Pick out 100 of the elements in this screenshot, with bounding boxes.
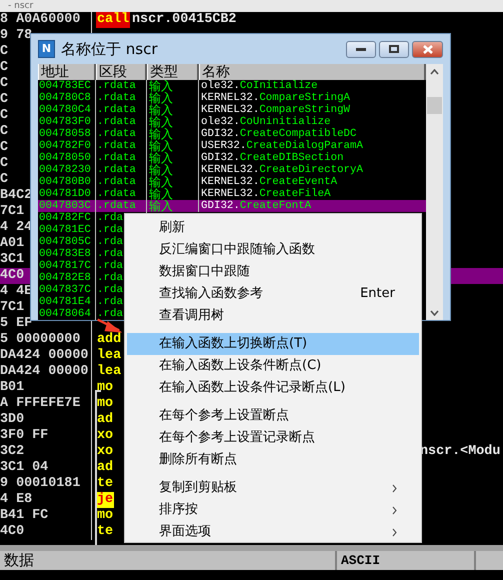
name-list-row[interactable]: 00478050 .rdata 输入 GDI32.CreateDIBSection xyxy=(38,152,426,164)
name-list-row[interactable]: 00478058 .rdata 输入 GDI32.CreateCompatibleDC xyxy=(38,128,426,140)
name-list-row[interactable]: 004783EC .rdata 输入 ole32.CoInitialize xyxy=(38,80,426,92)
address-cell: 004780C8 xyxy=(38,92,96,104)
name-cell-text: KERNEL32.CompareStringA xyxy=(200,92,352,104)
type-cell: 输入 xyxy=(147,104,199,116)
hex-bytes[interactable]: 3F0 FF xyxy=(0,428,92,444)
address-cell: 004780B0 xyxy=(38,176,96,188)
menu-item[interactable]: 在每个参考上设置断点 xyxy=(127,405,419,427)
type-cell: 输入 xyxy=(147,128,199,140)
app-icon: N xyxy=(38,40,55,58)
hex-bytes[interactable]: 3C2 xyxy=(0,444,92,460)
address-cell: 004781E4 xyxy=(38,296,96,308)
hex-bytes[interactable]: 3C1 04 xyxy=(0,460,92,476)
hex-bytes[interactable]: 8 A0A60000 xyxy=(0,12,92,28)
address-cell: 0047803C xyxy=(38,200,96,212)
address-cell: 00478230 xyxy=(38,164,96,176)
name-list-row[interactable]: 004782F0 .rdata 输入 USER32.CreateDialogParamA xyxy=(38,140,426,152)
chevron-right-icon xyxy=(392,484,397,492)
hex-bytes[interactable]: 5 00000000 xyxy=(0,332,92,348)
type-cell: 输入 xyxy=(147,140,199,152)
name-cell-text: ole32.CoUninitialize xyxy=(200,116,332,128)
hex-bytes[interactable]: 4 E8 xyxy=(0,492,92,508)
type-cell: 输入 xyxy=(147,92,199,104)
scrollbar[interactable] xyxy=(426,64,443,320)
section-cell: .rdata xyxy=(96,152,147,164)
comment: nscr.<Modu xyxy=(420,444,502,460)
menu-item[interactable]: 复制到剪贴板 xyxy=(127,477,419,499)
mnemonic: te xyxy=(96,476,114,492)
section-cell: .rdata xyxy=(96,80,147,92)
column-header[interactable]: 类型 xyxy=(147,64,199,80)
address-cell: 00478058 xyxy=(38,128,96,140)
hex-bytes[interactable]: DA424 00000 xyxy=(0,364,92,380)
address-cell: 0047837C xyxy=(38,284,96,296)
close-button[interactable] xyxy=(412,40,443,58)
address-cell: 004780C4 xyxy=(38,104,96,116)
address-cell: 004781EC xyxy=(38,224,96,236)
minimize-button[interactable] xyxy=(346,40,376,58)
mnemonic: je xyxy=(96,492,114,508)
address-cell: 004782F0 xyxy=(38,140,96,152)
mnemonic: mo xyxy=(96,508,114,524)
name-list-row[interactable]: 004780B0 .rdata 输入 KERNEL32.CreateEventA xyxy=(38,176,426,188)
address-cell: 004783F0 xyxy=(38,116,96,128)
name-cell-text: KERNEL32.CreateFileA xyxy=(200,188,332,200)
type-cell: 输入 xyxy=(147,152,199,164)
name-cell-text: ole32.CoInitialize xyxy=(200,80,319,92)
column-header[interactable]: 区段 xyxy=(96,64,147,80)
window-title: - nscr xyxy=(0,0,503,12)
mnemonic: add xyxy=(96,332,122,348)
name-cell-text: GDI32.CreateFontA xyxy=(200,200,312,212)
column-header[interactable]: 地址 xyxy=(38,64,96,80)
name-cell-text: KERNEL32.CreateDirectoryA xyxy=(200,164,364,176)
address-cell: 004783EC xyxy=(38,80,96,92)
section-cell: .rdata xyxy=(96,140,147,152)
menu-item[interactable]: 删除所有断点 xyxy=(127,449,419,471)
mnemonic: xo xyxy=(96,428,114,444)
chevron-right-icon xyxy=(392,528,397,536)
column-header: 数据 xyxy=(0,551,337,570)
hex-bytes[interactable]: A FFFEFE7E xyxy=(0,396,92,412)
name-list-row[interactable]: 0047803C .rdata 输入 GDI32.CreateFontA xyxy=(38,200,426,212)
section-cell: .rdata xyxy=(96,128,147,140)
name-list-row[interactable]: 004780C8 .rdata 输入 KERNEL32.CompareStringA xyxy=(38,92,426,104)
hex-bytes[interactable]: 4C0 xyxy=(0,524,92,540)
section-cell: .rdata xyxy=(96,164,147,176)
type-cell: 输入 xyxy=(147,116,199,128)
minimize-icon xyxy=(356,48,366,50)
menu-item[interactable]: 在每个参考上设置记录断点 xyxy=(127,427,419,449)
hex-bytes[interactable]: B41 FC xyxy=(0,508,92,524)
address-cell: 004782FC xyxy=(38,212,96,224)
section-cell: .rdata xyxy=(96,116,147,128)
mnemonic: xo xyxy=(96,444,114,460)
hex-bytes[interactable]: 9 00010181 xyxy=(0,476,92,492)
section-cell: .rdata xyxy=(96,200,147,212)
mnemonic: mo xyxy=(96,396,114,412)
mnemonic: call xyxy=(96,12,130,28)
mnemonic: ad xyxy=(96,412,114,428)
address-cell: 0047817C xyxy=(38,260,96,272)
menu-item[interactable]: 在输入函数上切换断点(T) xyxy=(127,333,419,355)
shortcut-label: Enter xyxy=(360,285,395,303)
chevron-right-icon xyxy=(392,506,397,514)
menu-item[interactable]: 在输入函数上设条件记录断点(L) xyxy=(127,377,419,399)
menu-item[interactable]: 界面选项 xyxy=(127,521,419,543)
address-cell: 004783E8 xyxy=(38,248,96,260)
column-header: ASCII xyxy=(337,551,476,570)
address-cell: 00478064 xyxy=(38,308,96,320)
maximize-button[interactable] xyxy=(379,40,409,58)
address-cell: 0047805C xyxy=(38,236,96,248)
scrollbar-thumb[interactable] xyxy=(427,97,442,114)
name-list-row[interactable]: 00478230 .rdata 输入 KERNEL32.CreateDirectoryA xyxy=(38,164,426,176)
menu-item[interactable]: 排序按 xyxy=(127,499,419,521)
name-cell-text: KERNEL32.CreateEventA xyxy=(200,176,338,188)
name-list-row[interactable]: 004783F0 .rdata 输入 ole32.CoUninitialize xyxy=(38,116,426,128)
mnemonic: ad xyxy=(96,460,114,476)
address-cell: 004782E8 xyxy=(38,272,96,284)
name-list-row[interactable]: 004780C4 .rdata 输入 KERNEL32.CompareStringW xyxy=(38,104,426,116)
menu-item[interactable]: 在输入函数上设条件断点(C) xyxy=(127,355,419,377)
close-icon xyxy=(422,44,432,54)
hex-bytes[interactable]: DA424 00000 xyxy=(0,348,92,364)
hex-bytes[interactable]: B01 xyxy=(0,380,92,396)
hex-bytes[interactable]: 3D0 xyxy=(0,412,92,428)
